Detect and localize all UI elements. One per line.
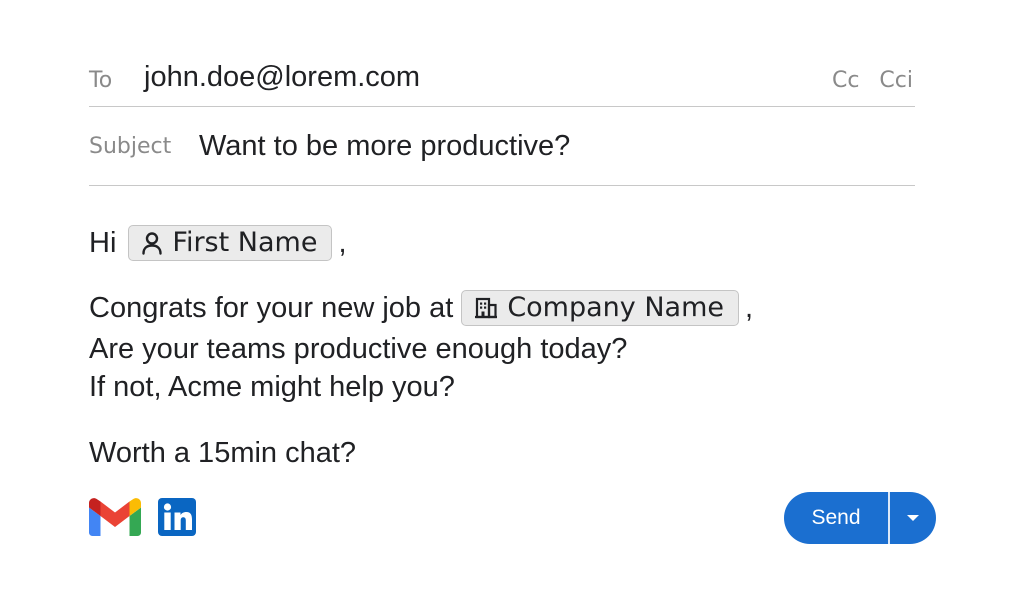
send-button-group: Send: [784, 492, 936, 544]
subject-field-row: Subject Want to be more productive?: [89, 120, 915, 186]
greeting-comma: ,: [338, 227, 347, 259]
cci-button[interactable]: Cci: [879, 68, 913, 93]
send-button[interactable]: Send: [784, 492, 888, 544]
subject-input[interactable]: Want to be more productive?: [199, 130, 570, 163]
to-label: To: [89, 68, 113, 93]
body-line-teams[interactable]: Are your teams productive enough today?: [89, 330, 627, 368]
cc-cci-group: Cc Cci: [832, 68, 913, 93]
greeting-text: Hi: [89, 227, 117, 259]
send-options-button[interactable]: [890, 492, 937, 544]
subject-label: Subject: [89, 134, 172, 159]
person-icon: [142, 232, 163, 255]
to-field-row: To john.doe@lorem.com Cc Cci: [89, 52, 915, 107]
body-line-ifnot[interactable]: If not, Acme might help you?: [89, 368, 455, 406]
linkedin-icon[interactable]: [158, 498, 196, 536]
first-name-variable-chip[interactable]: First Name: [128, 225, 333, 261]
greeting-line[interactable]: Hi First Name ,: [89, 224, 347, 262]
cc-button[interactable]: Cc: [832, 68, 859, 93]
company-name-variable-chip[interactable]: Company Name: [461, 290, 739, 326]
body-line-worth[interactable]: Worth a 15min chat?: [89, 434, 356, 472]
congrats-line[interactable]: Congrats for your new job at Company Nam…: [89, 289, 753, 327]
building-icon: [475, 297, 498, 319]
company-chip-label: Company Name: [507, 292, 724, 323]
congrats-comma: ,: [745, 292, 754, 324]
congrats-text: Congrats for your new job at: [89, 292, 454, 324]
send-divider: [888, 492, 890, 544]
gmail-icon[interactable]: [89, 498, 141, 536]
chevron-down-icon: [906, 515, 919, 521]
to-input[interactable]: john.doe@lorem.com: [144, 61, 420, 94]
first-name-chip-label: First Name: [172, 227, 318, 258]
